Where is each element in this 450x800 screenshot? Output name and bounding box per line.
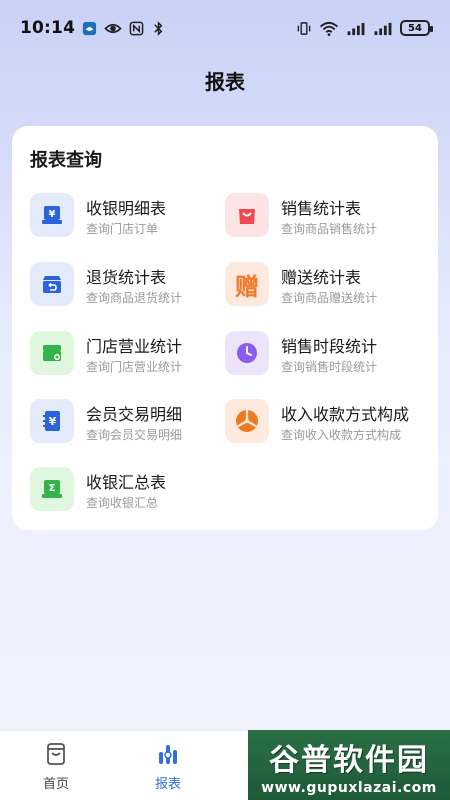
report-item-returns-stats[interactable]: 退货统计表 查询商品退货统计	[30, 262, 230, 310]
report-item-title: 门店营业统计	[86, 337, 183, 356]
report-item-sales-stats[interactable]: 销售统计表 查询商品销售统计	[225, 193, 425, 241]
report-item-subtitle: 查询收银汇总	[86, 496, 159, 510]
report-item-title: 收入收款方式构成	[281, 405, 410, 424]
svg-text:¥: ¥	[49, 415, 57, 428]
vibrate-icon	[297, 21, 311, 35]
svg-text:Σ: Σ	[49, 483, 56, 494]
shopping-bag-icon	[225, 193, 269, 237]
report-item-member-transactions[interactable]: ¥ 会员交易明细 查询会员交易明细	[30, 399, 230, 447]
wifi-icon	[319, 21, 339, 36]
report-item-cashier-detail[interactable]: ¥ 收银明细表 查询门店订单	[30, 193, 230, 241]
report-grid: ¥ 收银明细表 查询门店订单 销售统计表 查询商品销售统计 退货统计表 查询商品…	[12, 126, 438, 530]
report-item-title: 会员交易明细	[86, 405, 183, 424]
watermark-main: 谷普软件园	[269, 742, 429, 778]
report-item-subtitle: 查询收入收款方式构成	[281, 428, 402, 442]
home-icon	[47, 743, 65, 765]
report-item-subtitle: 查询门店订单	[86, 222, 159, 236]
status-left: 10:14	[20, 18, 166, 38]
store-icon	[30, 331, 74, 375]
tab-label: 报表	[154, 777, 181, 792]
report-item-title: 收银明细表	[86, 199, 167, 218]
report-query-card: 报表查询 ¥ 收银明细表 查询门店订单 销售统计表 查询商品销售统计 退货统计表…	[12, 126, 438, 530]
report-item-cashier-summary[interactable]: Σ 收银汇总表 查询收银汇总	[30, 467, 230, 515]
report-item-subtitle: 查询会员交易明细	[86, 428, 183, 442]
return-box-icon	[30, 262, 74, 306]
app-notification-icon	[83, 21, 97, 35]
nfc-icon	[129, 21, 144, 35]
report-item-subtitle: 查询商品赠送统计	[281, 291, 378, 305]
cash-register-icon: ¥	[30, 193, 74, 237]
report-item-title: 赠送统计表	[281, 268, 362, 287]
signal-icon-1	[347, 22, 365, 35]
gift-icon: 赠	[225, 262, 269, 306]
bluetooth-icon	[154, 20, 163, 36]
report-item-subtitle: 查询销售时段统计	[281, 360, 378, 374]
battery-indicator: 54	[400, 20, 433, 36]
clock-icon	[225, 331, 269, 375]
signal-icon-2	[374, 22, 392, 35]
watermark-sub: www.gupuxlazai.com	[261, 779, 437, 796]
status-bar: 10:14 54	[0, 0, 450, 56]
status-time: 10:14	[20, 18, 76, 38]
report-item-subtitle: 查询商品销售统计	[281, 222, 378, 236]
report-item-payment-composition[interactable]: 收入收款方式构成 查询收入收款方式构成	[225, 399, 425, 447]
eye-icon	[104, 23, 122, 33]
report-item-store-business[interactable]: 门店营业统计 查询门店营业统计	[30, 331, 230, 379]
report-item-gift-stats[interactable]: 赠 赠送统计表 查询商品赠送统计	[225, 262, 425, 310]
report-item-title: 销售统计表	[281, 199, 362, 218]
report-item-title: 退货统计表	[86, 268, 167, 287]
tab-home[interactable]: 首页	[0, 731, 112, 800]
report-item-subtitle: 查询门店营业统计	[86, 360, 183, 374]
report-item-sales-period[interactable]: 销售时段统计 查询销售时段统计	[225, 331, 425, 379]
page-title: 报表	[205, 70, 245, 94]
battery-level: 54	[408, 22, 422, 34]
summary-icon: Σ	[30, 467, 74, 511]
tab-reports[interactable]: 报表	[112, 731, 224, 800]
gift-icon-glyph: 赠	[235, 272, 259, 301]
report-item-title: 销售时段统计	[281, 337, 378, 356]
watermark-overlay: 谷普软件园 www.gupuxlazai.com	[248, 730, 450, 800]
status-right: 54	[296, 20, 433, 36]
member-book-icon: ¥	[30, 399, 74, 443]
pie-chart-icon	[225, 399, 269, 443]
tab-label: 首页	[42, 777, 69, 792]
report-item-subtitle: 查询商品退货统计	[86, 291, 183, 305]
svg-text:¥: ¥	[49, 209, 56, 220]
report-icon	[159, 745, 177, 764]
report-item-title: 收银汇总表	[86, 473, 167, 492]
